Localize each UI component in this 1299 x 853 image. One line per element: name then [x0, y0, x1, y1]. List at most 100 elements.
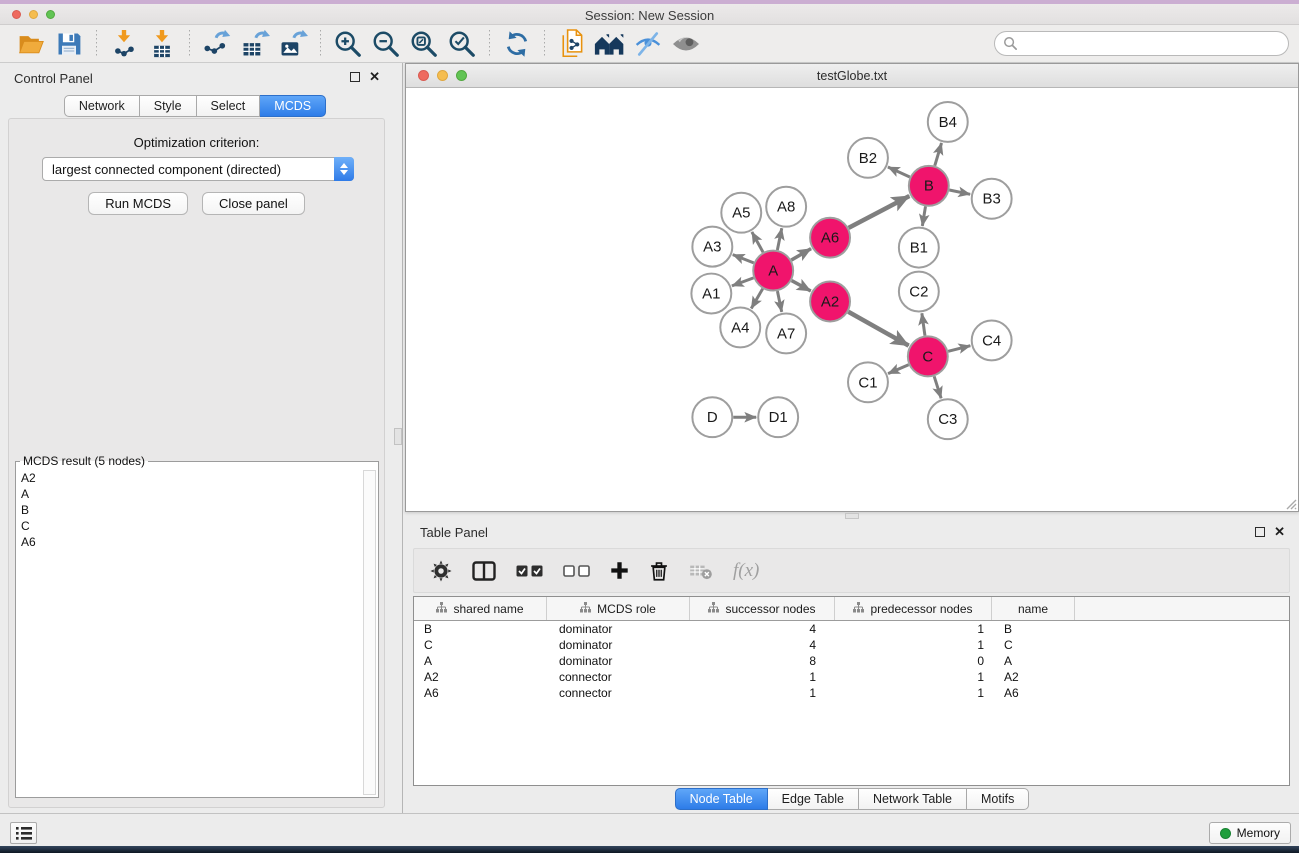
mac-titlebar[interactable]: Session: New Session [0, 4, 1299, 25]
export-network-icon[interactable] [198, 28, 236, 60]
edge-C-C2[interactable] [922, 313, 925, 335]
edge-A-A3[interactable] [733, 255, 754, 263]
function-builder-icon[interactable]: f(x) [733, 560, 759, 582]
edge-A-A4[interactable] [751, 289, 762, 309]
table-row[interactable]: A6connector11A6 [414, 685, 1289, 701]
edge-A-A2[interactable] [792, 281, 811, 291]
column-layout-icon[interactable] [472, 561, 496, 581]
select-all-icon[interactable] [516, 565, 543, 577]
column-header-successor-nodes[interactable]: successor nodes [690, 597, 835, 620]
edge-A2-C[interactable] [848, 312, 908, 346]
node-A7[interactable]: A7 [766, 313, 806, 353]
edge-A-A7[interactable] [777, 291, 781, 312]
new-network-icon[interactable] [553, 28, 591, 60]
close-panel-icon[interactable]: ✕ [1274, 527, 1285, 537]
tab-edge-table[interactable]: Edge Table [768, 788, 859, 810]
node-A8[interactable]: A8 [766, 187, 806, 227]
node-C1[interactable]: C1 [848, 362, 888, 402]
column-header-MCDS-role[interactable]: MCDS role [547, 597, 690, 620]
refresh-icon[interactable] [498, 28, 536, 60]
node-C3[interactable]: C3 [928, 399, 968, 439]
open-session-icon[interactable] [12, 28, 50, 60]
node-B1[interactable]: B1 [899, 228, 939, 268]
zoom-in-icon[interactable] [329, 28, 367, 60]
tab-mcds[interactable]: MCDS [260, 95, 326, 117]
node-A6[interactable]: A6 [810, 218, 850, 258]
run-mcds-button[interactable]: Run MCDS [88, 192, 188, 215]
column-header-predecessor-nodes[interactable]: predecessor nodes [835, 597, 992, 620]
tab-style[interactable]: Style [140, 95, 197, 117]
search-input[interactable] [1018, 34, 1288, 54]
network-canvas[interactable]: B4B2BB3A5A8A6A3B1AC2A1A2A4A7C4CC1DD1C3 [406, 88, 1298, 511]
node-C2[interactable]: C2 [899, 272, 939, 312]
criterion-dropdown[interactable]: largest connected component (directed) [42, 157, 354, 181]
panel-divider-handle[interactable] [394, 428, 402, 445]
node-B3[interactable]: B3 [972, 179, 1012, 219]
column-header-shared-name[interactable]: shared name [414, 597, 547, 620]
network-window-titlebar[interactable]: testGlobe.txt [406, 64, 1298, 88]
edge-C-C4[interactable] [948, 346, 970, 352]
tab-network-table[interactable]: Network Table [859, 788, 967, 810]
zoom-selected-icon[interactable] [443, 28, 481, 60]
node-A1[interactable]: A1 [691, 274, 731, 314]
delete-column-icon[interactable] [649, 560, 669, 582]
edge-A-A5[interactable] [752, 232, 763, 252]
network-view-window[interactable]: testGlobe.txt B4B2BB3A5A8A6A3B1AC2A1A2A4… [405, 63, 1299, 512]
tab-motifs[interactable]: Motifs [967, 788, 1029, 810]
node-A5[interactable]: A5 [721, 193, 761, 233]
window-resize-grip[interactable] [1283, 496, 1297, 510]
edge-A-A6[interactable] [791, 249, 811, 260]
node-A3[interactable]: A3 [692, 227, 732, 267]
horizontal-divider-handle[interactable] [845, 513, 859, 519]
node-B[interactable]: B [909, 166, 949, 206]
edge-B-B1[interactable] [922, 206, 925, 226]
task-history-button[interactable] [10, 822, 37, 844]
edge-B-B2[interactable] [888, 167, 910, 177]
node-A[interactable]: A [753, 251, 793, 291]
search-field[interactable] [994, 31, 1289, 56]
float-panel-icon[interactable] [1255, 527, 1265, 537]
add-column-icon[interactable] [610, 561, 629, 580]
node-A4[interactable]: A4 [720, 307, 760, 347]
edge-A-A1[interactable] [732, 278, 754, 286]
deselect-all-icon[interactable] [563, 565, 590, 577]
import-table-icon[interactable] [143, 28, 181, 60]
home-icon[interactable] [591, 28, 629, 60]
delete-table-icon[interactable] [689, 562, 713, 580]
edge-C-C1[interactable] [888, 365, 908, 374]
save-session-icon[interactable] [50, 28, 88, 60]
memory-button[interactable]: Memory [1209, 822, 1291, 844]
result-scrollbar[interactable] [363, 470, 376, 795]
column-header-name[interactable]: name [992, 597, 1075, 620]
close-panel-icon[interactable]: ✕ [369, 72, 380, 82]
node-D[interactable]: D [692, 397, 732, 437]
zoom-fit-icon[interactable] [405, 28, 443, 60]
show-panels-icon[interactable] [667, 28, 705, 60]
edge-A6-B[interactable] [849, 196, 910, 228]
result-item[interactable]: A [17, 486, 362, 502]
tab-network[interactable]: Network [64, 95, 140, 117]
result-item[interactable]: C [17, 518, 362, 534]
table-row[interactable]: Adominator80A [414, 653, 1289, 669]
table-row[interactable]: Bdominator41B [414, 621, 1289, 637]
float-panel-icon[interactable] [350, 72, 360, 82]
export-image-icon[interactable] [274, 28, 312, 60]
table-row[interactable]: A2connector11A2 [414, 669, 1289, 685]
edge-B-B3[interactable] [949, 190, 970, 194]
node-B2[interactable]: B2 [848, 138, 888, 178]
node-A2[interactable]: A2 [810, 282, 850, 322]
table-row[interactable]: Cdominator41C [414, 637, 1289, 653]
result-item[interactable]: A2 [17, 470, 362, 486]
close-panel-button[interactable]: Close panel [202, 192, 305, 215]
hide-panels-icon[interactable] [629, 28, 667, 60]
node-C4[interactable]: C4 [972, 320, 1012, 360]
zoom-out-icon[interactable] [367, 28, 405, 60]
node-C[interactable]: C [908, 336, 948, 376]
result-item[interactable]: A6 [17, 534, 362, 550]
tab-select[interactable]: Select [197, 95, 261, 117]
tab-node-table[interactable]: Node Table [675, 788, 768, 810]
edge-C-C3[interactable] [934, 376, 941, 398]
edge-A-A8[interactable] [777, 228, 781, 250]
edge-B-B4[interactable] [935, 143, 942, 166]
settings-gear-icon[interactable] [430, 560, 452, 582]
